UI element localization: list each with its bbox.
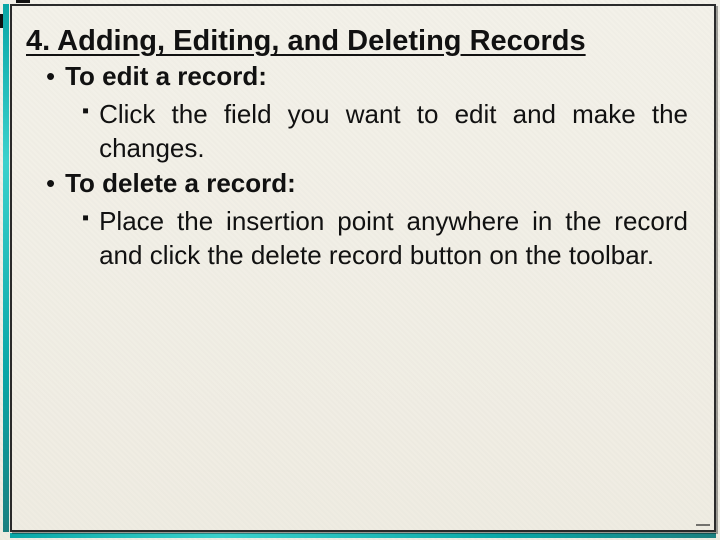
bullet-dot-icon: • xyxy=(46,60,55,93)
list-item: ▪ Click the field you want to edit and m… xyxy=(82,97,688,166)
corner-mark-icon xyxy=(696,524,710,526)
frame-left-accent xyxy=(3,4,9,532)
corner-mark-icon xyxy=(0,14,3,28)
slide-title: 4. Adding, Editing, and Deleting Records xyxy=(26,24,698,58)
list-item: ▪ Place the insertion point anywhere in … xyxy=(82,204,688,273)
list-item: • To delete a record: xyxy=(46,167,698,200)
bullet-label: To delete a record: xyxy=(65,167,296,200)
frame-bottom-accent xyxy=(10,533,716,538)
bullet-label: To edit a record: xyxy=(65,60,267,93)
bullet-dot-icon: • xyxy=(46,167,55,200)
bullet-square-icon: ▪ xyxy=(82,97,89,166)
corner-mark-icon xyxy=(16,0,30,3)
bullet-square-icon: ▪ xyxy=(82,204,89,273)
slide-content: 4. Adding, Editing, and Deleting Records… xyxy=(26,24,698,512)
bullet-text: Place the insertion point anywhere in th… xyxy=(99,204,688,273)
slide: 4. Adding, Editing, and Deleting Records… xyxy=(0,0,720,540)
list-item: • To edit a record: xyxy=(46,60,698,93)
bullet-text: Click the field you want to edit and mak… xyxy=(99,97,688,166)
